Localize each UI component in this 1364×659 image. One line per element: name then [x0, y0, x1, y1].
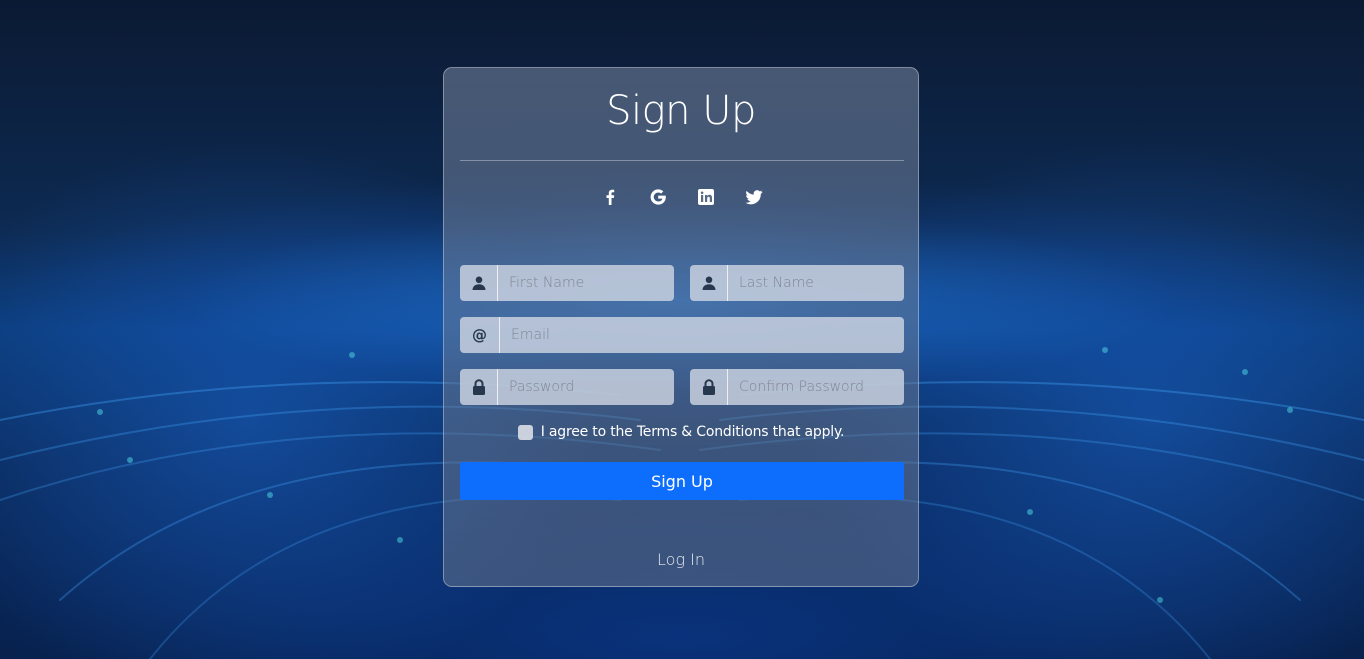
last-name-icon-box — [690, 265, 728, 301]
email-icon-box: @ — [460, 317, 500, 353]
terms-checkbox[interactable] — [517, 424, 533, 440]
first-name-input[interactable] — [498, 265, 674, 301]
lock-icon — [472, 379, 485, 395]
facebook-icon — [606, 189, 615, 205]
at-icon: @ — [472, 326, 487, 344]
terms-row: I agree to the Terms & Conditions that a… — [444, 424, 918, 440]
password-input[interactable] — [498, 369, 674, 405]
signup-card: Sign Up First Name Last Name @ Email I a… — [443, 67, 919, 587]
confirm-password-icon-box — [690, 369, 728, 405]
email-field: @ — [460, 317, 904, 353]
lock-icon — [702, 379, 715, 395]
email-input[interactable] — [500, 317, 904, 353]
log-in-link[interactable]: Log In — [444, 550, 918, 569]
linkedin-login-button[interactable] — [694, 186, 718, 208]
first-name-field — [460, 265, 674, 301]
confirm-password-input[interactable] — [728, 369, 904, 405]
twitter-icon — [745, 189, 763, 204]
twitter-login-button[interactable] — [742, 186, 766, 208]
title-divider — [460, 160, 904, 161]
google-icon — [650, 189, 666, 205]
google-login-button[interactable] — [646, 186, 670, 208]
last-name-field — [690, 265, 904, 301]
password-field — [460, 369, 674, 405]
form-title: Sign Up — [606, 88, 756, 134]
linkedin-icon — [698, 189, 714, 205]
terms-label: I agree to the Terms & Conditions that a… — [540, 424, 845, 440]
facebook-login-button[interactable] — [598, 186, 622, 208]
confirm-password-field — [690, 369, 904, 405]
password-icon-box — [460, 369, 498, 405]
sign-up-button[interactable]: Sign Up — [460, 462, 904, 500]
user-icon — [702, 276, 715, 290]
first-name-icon-box — [460, 265, 498, 301]
user-icon — [472, 276, 485, 290]
social-login-row — [444, 186, 918, 208]
last-name-input[interactable] — [728, 265, 904, 301]
